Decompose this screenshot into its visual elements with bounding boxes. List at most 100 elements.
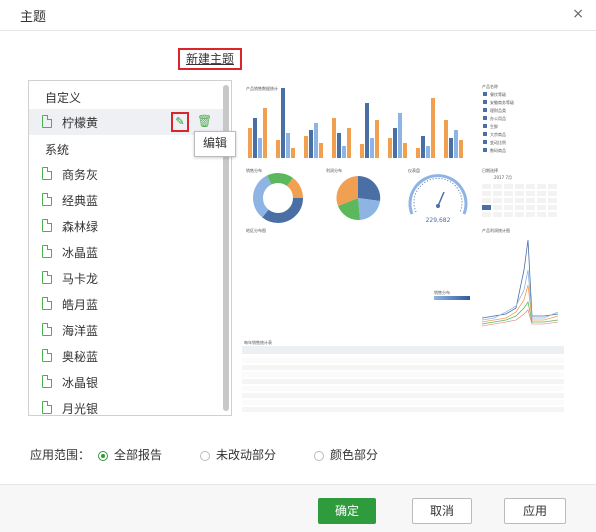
- calendar-cell: [493, 191, 502, 196]
- svg-text:地区分布图: 地区分布图: [246, 227, 266, 233]
- preview-bar: [309, 130, 313, 158]
- calendar-cell: [537, 191, 546, 196]
- theme-item[interactable]: 马卡龙: [29, 265, 225, 291]
- calendar-cell: [548, 184, 557, 189]
- theme-item[interactable]: 商务灰: [29, 161, 225, 187]
- calendar-cell: [537, 212, 546, 217]
- calendar-cell: [548, 191, 557, 196]
- calendar-cell: [482, 184, 491, 189]
- calendar-cell: [526, 205, 535, 210]
- apply-button[interactable]: 应用: [504, 498, 566, 524]
- theme-item[interactable]: 奥秘蓝: [29, 343, 225, 369]
- theme-item-label: 海洋蓝: [62, 324, 99, 338]
- table-row: [242, 365, 564, 370]
- preview-bar: [337, 133, 341, 158]
- radio-dot[interactable]: [98, 451, 108, 461]
- file-icon: [42, 375, 52, 388]
- file-icon: [42, 193, 52, 206]
- donut-chart-1: [253, 173, 303, 223]
- table-row: [242, 393, 564, 398]
- theme-item[interactable]: 经典蓝: [29, 187, 225, 213]
- preview-bar: [286, 133, 290, 158]
- legend-label: 生鲜: [490, 123, 498, 129]
- preview-bar: [304, 136, 308, 158]
- calendar-cell: [548, 212, 557, 217]
- legend-checkbox: [483, 140, 487, 144]
- theme-item-label: 马卡龙: [62, 272, 99, 286]
- file-icon: [42, 167, 52, 180]
- preview-bar: [403, 143, 407, 158]
- legend-checkbox: [483, 108, 487, 112]
- calendar-cell: [493, 212, 502, 217]
- edit-icon[interactable]: ✎: [171, 112, 189, 132]
- preview-bar: [314, 123, 318, 158]
- theme-item-label: 商务灰: [62, 168, 99, 182]
- theme-item-label: 森林绿: [62, 220, 99, 234]
- calendar-cell: [548, 205, 557, 210]
- table-row: [242, 379, 564, 384]
- theme-item[interactable]: 冰晶银: [29, 369, 225, 395]
- svg-text:产品销售数据统计: 产品销售数据统计: [246, 85, 278, 91]
- calendar-cell: [504, 191, 513, 196]
- legend-label: 餐饮等级: [490, 91, 506, 97]
- calendar-cell: [493, 198, 502, 203]
- group-system: 系统: [45, 143, 70, 157]
- close-icon[interactable]: ×: [572, 6, 584, 22]
- calendar-cell: [515, 191, 524, 196]
- preview-bar: [388, 138, 392, 158]
- calendar-cell: [482, 205, 491, 210]
- new-theme-label[interactable]: 新建主题: [186, 52, 234, 66]
- calendar-cell: [504, 184, 513, 189]
- preview-bar: [426, 146, 430, 158]
- file-icon: [42, 297, 52, 310]
- preview-bar: [347, 128, 351, 158]
- preview-bar: [342, 146, 346, 158]
- preview-bar: [431, 98, 435, 158]
- file-icon: [42, 271, 52, 284]
- radio-label: 全部报告: [114, 448, 163, 462]
- radio-color-part[interactable]: 颜色部分: [314, 446, 378, 463]
- theme-item[interactable]: 冰晶蓝: [29, 239, 225, 265]
- calendar-cell: [493, 184, 502, 189]
- preview-bar: [370, 138, 374, 158]
- preview-bar: [258, 138, 262, 158]
- radio-all-reports[interactable]: 全部报告: [98, 446, 162, 463]
- svg-text:产品名称: 产品名称: [482, 83, 498, 89]
- calendar-cell: [515, 212, 524, 217]
- theme-item[interactable]: 皓月蓝: [29, 291, 225, 317]
- table-row: [242, 407, 564, 412]
- preview-bar: [319, 143, 323, 158]
- legend-checkbox: [483, 124, 487, 128]
- table-row: [242, 400, 564, 405]
- legend-label: 理财品类: [490, 107, 506, 113]
- legend-checkbox: [483, 92, 487, 96]
- calendar-cell: [537, 198, 546, 203]
- calendar-cell: [482, 212, 491, 217]
- preview-bar: [291, 148, 295, 158]
- new-theme-link[interactable]: 新建主题: [178, 48, 242, 70]
- theme-item[interactable]: 月光银: [29, 395, 225, 415]
- legend-checkbox: [483, 132, 487, 136]
- calendar-cell: [482, 191, 491, 196]
- radio-unchanged[interactable]: 未改动部分: [200, 446, 276, 463]
- file-icon: [42, 219, 52, 232]
- calendar-cell: [504, 212, 513, 217]
- theme-item[interactable]: 森林绿: [29, 213, 225, 239]
- theme-item[interactable]: 海洋蓝: [29, 317, 225, 343]
- cancel-button[interactable]: 取消: [412, 498, 472, 524]
- svg-text:产品利润统计图: 产品利润统计图: [482, 227, 510, 233]
- theme-item-label: 冰晶蓝: [62, 246, 99, 260]
- preview-bar: [360, 144, 364, 158]
- calendar-cell: [493, 205, 502, 210]
- ok-button[interactable]: 确定: [318, 498, 376, 524]
- preview-bar: [398, 113, 402, 158]
- calendar-cell: [504, 198, 513, 203]
- delete-icon[interactable]: 🗑: [197, 114, 212, 128]
- calendar-cell: [504, 205, 513, 210]
- dialog-titlebar: 主题 ×: [0, 0, 596, 31]
- radio-dot[interactable]: [314, 451, 324, 461]
- legend-label: 数码商品: [490, 147, 506, 153]
- file-icon: [42, 349, 52, 362]
- radio-dot[interactable]: [200, 451, 210, 461]
- table-row: [242, 358, 564, 363]
